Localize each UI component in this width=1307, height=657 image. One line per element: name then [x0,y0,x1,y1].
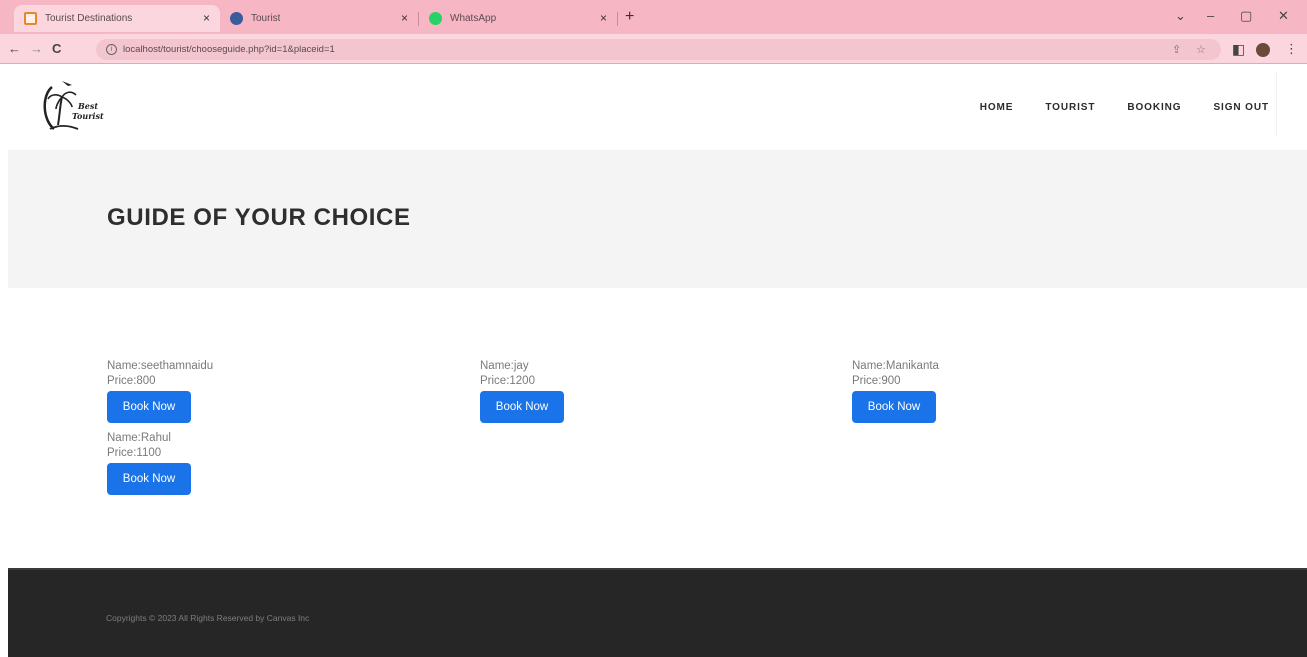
guide-price: Price:1100 [107,447,162,459]
copyright-text: Copyrights © 2023 All Rights Reserved by… [106,613,310,623]
guide-name: Name:seethamnaidu [107,360,214,372]
nav-sign-out[interactable]: SIGN OUT [1197,96,1285,119]
site-info-icon[interactable]: i [106,44,117,55]
guide-card: Name:Rahul Price:1100 Book Now [107,431,307,495]
tourist-icon [230,12,243,25]
close-tab-icon[interactable]: × [401,11,408,25]
nav-divider [1276,72,1277,136]
url-field[interactable]: i localhost/tourist/chooseguide.php?id=1… [96,39,1221,60]
profile-avatar[interactable] [1256,43,1270,57]
guide-card: Name:seethamnaidu Price:800 Book Now [107,359,307,423]
guide-name: Name:Rahul [107,432,171,444]
tab-tourist-destinations[interactable]: Tourist Destinations × [14,5,220,32]
nav-tourist[interactable]: TOURIST [1029,96,1111,119]
chrome-menu-icon[interactable]: ⋮ [1285,41,1298,57]
site-header: Best Tourist HOME TOURIST BOOKING SIGN O… [8,64,1307,150]
new-tab-button[interactable]: + [625,8,634,26]
tab-search-icon[interactable]: ⌄ [1175,8,1186,24]
tab-separator [617,12,618,26]
minimize-icon[interactable]: – [1207,8,1214,23]
tab-tourist[interactable]: Tourist × [220,5,418,32]
guide-name: Name:Manikanta [852,360,939,372]
reload-icon[interactable]: C [52,41,61,56]
guide-price: Price:800 [107,375,156,387]
address-bar: ← → C i localhost/tourist/chooseguide.ph… [0,34,1307,64]
maximize-icon[interactable]: ▢ [1240,8,1252,24]
browser-tab-bar: Tourist Destinations × Tourist × WhatsAp… [0,0,1307,34]
tab-title: WhatsApp [450,13,497,24]
page-title: GUIDE OF YOUR CHOICE [107,204,411,231]
tab-title: Tourist Destinations [45,13,133,24]
logo-text-line: Tourist [72,111,104,121]
guide-list: Name:seethamnaidu Price:800 Book Now Nam… [0,288,1307,568]
close-tab-icon[interactable]: × [600,11,607,25]
share-icon[interactable]: ⇪ [1172,43,1181,56]
guide-price: Price:900 [852,375,901,387]
forward-icon[interactable]: → [30,41,43,56]
nav-booking[interactable]: BOOKING [1111,96,1197,119]
whatsapp-icon [429,12,442,25]
url-text[interactable]: localhost/tourist/chooseguide.php?id=1&p… [123,44,335,55]
back-icon[interactable]: ← [8,41,21,56]
guide-price: Price:1200 [480,375,535,387]
side-panel-icon[interactable]: ◧ [1232,41,1245,58]
book-now-button[interactable]: Book Now [480,391,564,423]
guide-card: Name:jay Price:1200 Book Now [480,359,680,423]
site-logo[interactable]: Best Tourist [38,77,118,137]
nav-home[interactable]: HOME [964,96,1030,119]
logo-text-line: Best [78,101,99,111]
tab-whatsapp[interactable]: WhatsApp × [419,5,617,32]
book-now-button[interactable]: Book Now [852,391,936,423]
tab-title: Tourist [251,13,281,24]
close-tab-icon[interactable]: × [203,11,210,25]
bookmark-star-icon[interactable]: ☆ [1196,43,1206,56]
close-window-icon[interactable]: ✕ [1278,8,1289,24]
guide-card: Name:Manikanta Price:900 Book Now [852,359,1052,423]
book-now-button[interactable]: Book Now [107,391,191,423]
main-nav: HOME TOURIST BOOKING SIGN OUT [964,64,1285,150]
site-footer: Copyrights © 2023 All Rights Reserved by… [8,568,1307,657]
page-banner: GUIDE OF YOUR CHOICE [8,150,1307,288]
calendar-icon [24,12,37,25]
book-now-button[interactable]: Book Now [107,463,191,495]
guide-name: Name:jay [480,360,529,372]
